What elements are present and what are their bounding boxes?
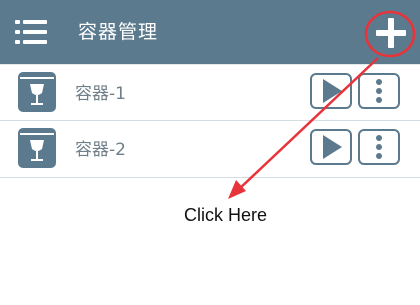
play-button[interactable] bbox=[310, 129, 352, 165]
hamburger-menu-icon bbox=[15, 20, 47, 44]
more-options-button[interactable] bbox=[358, 73, 400, 109]
container-name: 容器-1 bbox=[75, 84, 126, 104]
container-list: 容器-1 容器-2 bbox=[0, 64, 420, 178]
vertical-dots-icon bbox=[376, 135, 382, 159]
more-options-button[interactable] bbox=[358, 129, 400, 165]
container-name: 容器-2 bbox=[75, 140, 126, 160]
list-item[interactable]: 容器-1 bbox=[0, 64, 420, 121]
vertical-dots-icon bbox=[376, 79, 382, 103]
list-item[interactable]: 容器-2 bbox=[0, 121, 420, 178]
play-button[interactable] bbox=[310, 73, 352, 109]
app-header: 容器管理 bbox=[0, 0, 420, 64]
menu-button[interactable] bbox=[15, 18, 47, 46]
wine-box-icon bbox=[18, 128, 56, 168]
page-title: 容器管理 bbox=[78, 21, 159, 43]
add-container-button[interactable] bbox=[371, 13, 411, 53]
plus-icon bbox=[376, 18, 406, 48]
annotation-text: Click Here bbox=[184, 205, 268, 225]
wine-box-icon bbox=[18, 72, 56, 112]
play-icon bbox=[323, 79, 342, 103]
arrow-head-icon bbox=[228, 180, 246, 199]
play-icon bbox=[323, 135, 342, 159]
